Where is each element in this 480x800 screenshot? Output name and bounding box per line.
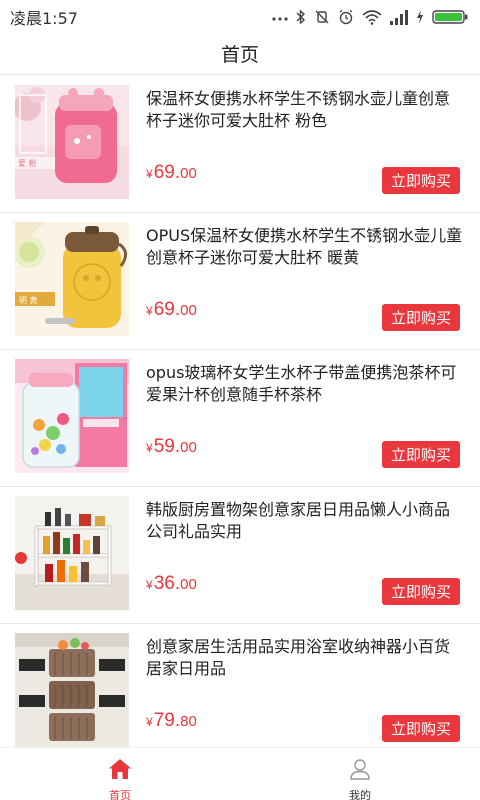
product-price: ¥36.00 xyxy=(146,573,197,595)
price-currency: ¥ xyxy=(146,715,153,729)
price-cents: 80 xyxy=(180,713,197,730)
signal-icon xyxy=(390,9,408,25)
tab-mine[interactable]: 我的 xyxy=(240,748,480,800)
product-title[interactable]: 韩版厨房置物架创意家居日用品懒人小商品公司礼品实用 xyxy=(146,499,464,543)
product-image[interactable] xyxy=(15,496,129,610)
buy-now-button[interactable]: 立即购买 xyxy=(382,715,460,742)
product-item[interactable]: 爱 粉 保温杯女便携水杯学生不锈钢水壶儿童创意杯子迷你可爱大肚杯 粉色 ¥69.… xyxy=(0,76,480,213)
price-cents: 00 xyxy=(180,439,197,456)
buy-now-button[interactable]: 立即购买 xyxy=(382,441,460,468)
buy-now-button[interactable]: 立即购买 xyxy=(382,304,460,331)
product-image[interactable] xyxy=(15,633,129,747)
buy-now-button[interactable]: 立即购买 xyxy=(382,167,460,194)
price-cents: 00 xyxy=(180,165,197,182)
page-title: 首页 xyxy=(220,44,259,66)
more-dots-icon xyxy=(272,10,288,24)
tab-home-label: 首页 xyxy=(109,789,131,800)
product-item[interactable]: 明 黄 OPUS保温杯女便携水杯学生不锈钢水壶儿童创意杯子迷你可爱大肚杯 暖黄 … xyxy=(0,213,480,350)
product-title[interactable]: opus玻璃杯女学生水杯子带盖便携泡茶杯可爱果汁杯创意随手杯茶杯 xyxy=(146,362,464,406)
price-cents: 00 xyxy=(180,302,197,319)
bottom-tab-bar: 首页 我的 xyxy=(0,747,480,800)
price-integer: 69. xyxy=(153,162,181,183)
price-currency: ¥ xyxy=(146,167,153,181)
battery-icon xyxy=(432,9,468,25)
bluetooth-icon xyxy=(296,8,306,25)
product-image-badge: 明 黄 xyxy=(19,295,38,305)
price-cents: 00 xyxy=(180,576,197,593)
price-integer: 59. xyxy=(153,436,181,457)
product-title[interactable]: OPUS保温杯女便携水杯学生不锈钢水壶儿童创意杯子迷你可爱大肚杯 暖黄 xyxy=(146,225,464,269)
status-icons xyxy=(272,8,468,25)
product-image[interactable]: 明 黄 xyxy=(15,222,129,336)
user-icon xyxy=(349,758,371,784)
product-image[interactable] xyxy=(15,359,129,473)
product-price: ¥69.00 xyxy=(146,299,197,321)
status-time: 凌晨1:57 xyxy=(10,8,78,28)
home-icon xyxy=(108,758,132,784)
charging-icon xyxy=(416,9,424,25)
price-integer: 36. xyxy=(153,573,181,594)
tab-home[interactable]: 首页 xyxy=(0,748,240,800)
status-bar: 凌晨1:57 xyxy=(0,0,480,33)
product-image[interactable]: 爱 粉 xyxy=(15,85,129,199)
product-price: ¥79.80 xyxy=(146,710,197,732)
price-currency: ¥ xyxy=(146,441,153,455)
buy-now-button[interactable]: 立即购买 xyxy=(382,578,460,605)
page-header: 首页 xyxy=(0,33,480,75)
alarm-icon xyxy=(338,9,354,25)
mute-icon xyxy=(314,9,330,25)
wifi-icon xyxy=(362,9,382,25)
product-title[interactable]: 创意家居生活用品实用浴室收纳神器小百货居家日用品 xyxy=(146,636,464,680)
product-item[interactable]: 创意家居生活用品实用浴室收纳神器小百货居家日用品 ¥79.80 立即购买 xyxy=(0,624,480,747)
price-integer: 79. xyxy=(153,710,181,731)
price-currency: ¥ xyxy=(146,578,153,592)
product-title[interactable]: 保温杯女便携水杯学生不锈钢水壶儿童创意杯子迷你可爱大肚杯 粉色 xyxy=(146,88,464,132)
product-price: ¥69.00 xyxy=(146,162,197,184)
product-price: ¥59.00 xyxy=(146,436,197,458)
product-item[interactable]: opus玻璃杯女学生水杯子带盖便携泡茶杯可爱果汁杯创意随手杯茶杯 ¥59.00 … xyxy=(0,350,480,487)
product-list[interactable]: 爱 粉 保温杯女便携水杯学生不锈钢水壶儿童创意杯子迷你可爱大肚杯 粉色 ¥69.… xyxy=(0,76,480,747)
price-integer: 69. xyxy=(153,299,181,320)
tab-mine-label: 我的 xyxy=(349,789,371,800)
product-image-badge: 爱 粉 xyxy=(18,158,37,168)
price-currency: ¥ xyxy=(146,304,153,318)
app-screen: 凌晨1:57 首页 爱 粉 保温杯女便携水杯学生不锈钢水壶儿童创意杯子迷你可爱大… xyxy=(0,0,480,800)
product-item[interactable]: 韩版厨房置物架创意家居日用品懒人小商品公司礼品实用 ¥36.00 立即购买 xyxy=(0,487,480,624)
